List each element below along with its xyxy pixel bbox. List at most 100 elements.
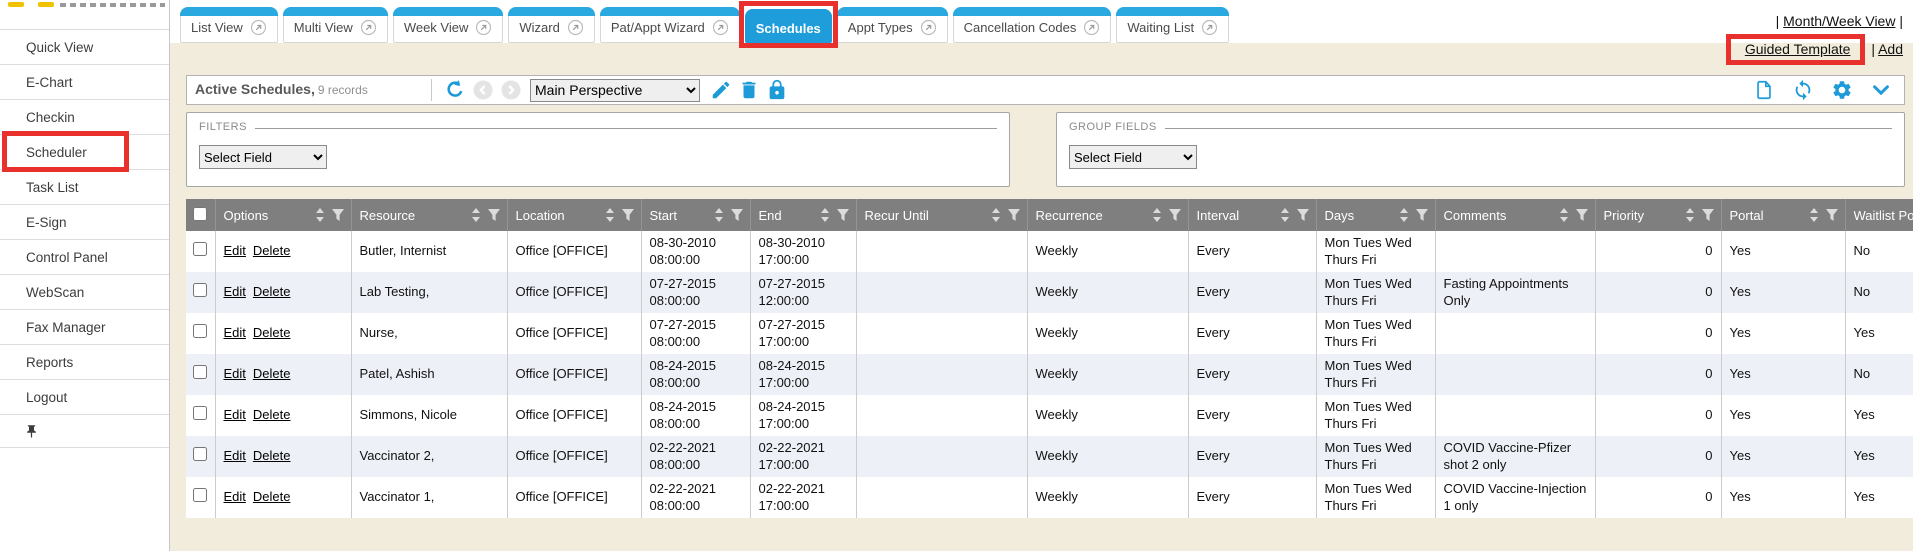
edit-link[interactable]: Edit: [224, 243, 246, 258]
delete-link[interactable]: Delete: [253, 243, 291, 258]
tab-schedules[interactable]: Schedules: [745, 9, 832, 43]
tab-waiting-list[interactable]: Waiting List: [1116, 7, 1229, 43]
annotation-red-box: Guided Template: [1726, 34, 1866, 65]
delete-link[interactable]: Delete: [253, 448, 291, 463]
perspective-select[interactable]: Main Perspective: [530, 79, 700, 102]
sort-icon[interactable]: [714, 208, 724, 222]
delete-link[interactable]: Delete: [253, 366, 291, 381]
filter-funnel-icon[interactable]: [1701, 208, 1715, 222]
tab-label: Cancellation Codes: [964, 20, 1077, 35]
sort-icon[interactable]: [1152, 208, 1162, 222]
sidebar-item-e-chart[interactable]: E-Chart: [0, 65, 169, 100]
sort-icon[interactable]: [991, 208, 1001, 222]
gear-icon[interactable]: [1831, 79, 1853, 101]
refresh-icon[interactable]: [1792, 79, 1814, 101]
sidebar-item-quick-view[interactable]: Quick View: [0, 30, 169, 65]
filter-funnel-icon[interactable]: [1575, 208, 1589, 222]
new-document-icon[interactable]: [1753, 79, 1775, 101]
delete-link[interactable]: Delete: [253, 407, 291, 422]
sort-icon[interactable]: [1809, 208, 1819, 222]
tab-list-view[interactable]: List View: [180, 7, 278, 43]
row-checkbox[interactable]: [193, 242, 207, 256]
delete-link[interactable]: Delete: [253, 325, 291, 340]
filters-field-select[interactable]: Select Field: [199, 145, 327, 169]
tab-multi-view[interactable]: Multi View: [283, 7, 388, 43]
sidebar-item-scheduler[interactable]: Scheduler: [0, 135, 169, 170]
column-header-controls: [1559, 208, 1591, 222]
select-all-checkbox[interactable]: [193, 207, 207, 221]
next-circle-icon[interactable]: [500, 79, 522, 101]
row-checkbox[interactable]: [193, 324, 207, 338]
sidebar-item-e-sign[interactable]: E-Sign: [0, 205, 169, 240]
edit-link[interactable]: Edit: [224, 366, 246, 381]
cell-portal: Yes: [1721, 477, 1845, 518]
guided-template-link[interactable]: Guided Template: [1745, 41, 1851, 57]
filter-funnel-icon[interactable]: [1168, 208, 1182, 222]
open-in-new-circle-icon: [1201, 19, 1218, 36]
filter-funnel-icon[interactable]: [1825, 208, 1839, 222]
row-checkbox[interactable]: [193, 406, 207, 420]
tab-top-cap: [600, 7, 740, 16]
lock-icon[interactable]: [766, 79, 788, 101]
cell-recur-until: [856, 395, 1027, 436]
sidebar-item-fax-manager[interactable]: Fax Manager: [0, 310, 169, 345]
cell-options: Edit Delete: [215, 395, 351, 436]
cell-resource: Simmons, Nicole: [351, 395, 507, 436]
edit-link[interactable]: Edit: [224, 284, 246, 299]
sidebar-pin-button[interactable]: [0, 415, 169, 448]
main-area: List ViewMulti ViewWeek ViewWizardPat/Ap…: [170, 0, 1913, 551]
prev-circle-icon[interactable]: [472, 79, 494, 101]
sort-icon[interactable]: [1559, 208, 1569, 222]
trash-icon[interactable]: [738, 79, 760, 101]
filter-funnel-icon[interactable]: [1296, 208, 1310, 222]
row-checkbox[interactable]: [193, 447, 207, 461]
filter-funnel-icon[interactable]: [836, 208, 850, 222]
month-week-view-link[interactable]: Month/Week View: [1783, 13, 1895, 29]
sidebar-item-webscan[interactable]: WebScan: [0, 275, 169, 310]
cell-checkbox: [186, 395, 215, 436]
edit-link[interactable]: Edit: [224, 407, 246, 422]
edit-link[interactable]: Edit: [224, 325, 246, 340]
group-fields-select[interactable]: Select Field: [1069, 145, 1197, 169]
row-checkbox[interactable]: [193, 488, 207, 502]
row-checkbox[interactable]: [193, 365, 207, 379]
add-link[interactable]: Add: [1878, 41, 1903, 57]
edit-link[interactable]: Edit: [224, 448, 246, 463]
sort-icon[interactable]: [1685, 208, 1695, 222]
filter-funnel-icon[interactable]: [331, 208, 345, 222]
cell-days: Mon Tues Wed Thurs Fri: [1316, 395, 1435, 436]
sidebar-item-checkin[interactable]: Checkin: [0, 100, 169, 135]
filter-funnel-icon[interactable]: [1415, 208, 1429, 222]
pencil-icon[interactable]: [710, 79, 732, 101]
sort-icon[interactable]: [1280, 208, 1290, 222]
filter-funnel-icon[interactable]: [621, 208, 635, 222]
column-label: Days: [1325, 208, 1399, 223]
sidebar-item-task-list[interactable]: Task List: [0, 170, 169, 205]
sidebar-item-control-panel[interactable]: Control Panel: [0, 240, 169, 275]
filter-funnel-icon[interactable]: [730, 208, 744, 222]
sidebar-item-logout[interactable]: Logout: [0, 380, 169, 415]
chevron-down-icon[interactable]: [1870, 79, 1892, 101]
tab-body: Week View: [394, 16, 503, 42]
cell-recurrence: Weekly: [1027, 477, 1188, 518]
tab-week-view[interactable]: Week View: [393, 7, 504, 43]
tab-wizard[interactable]: Wizard: [508, 7, 594, 43]
cell-recurrence: Weekly: [1027, 231, 1188, 272]
delete-link[interactable]: Delete: [253, 284, 291, 299]
sort-icon[interactable]: [820, 208, 830, 222]
sort-icon[interactable]: [1399, 208, 1409, 222]
tab-cancellation-codes[interactable]: Cancellation Codes: [953, 7, 1112, 43]
delete-link[interactable]: Delete: [253, 489, 291, 504]
sort-icon[interactable]: [315, 208, 325, 222]
tab-pat-appt-wizard[interactable]: Pat/Appt Wizard: [600, 7, 740, 43]
sort-icon[interactable]: [605, 208, 615, 222]
filter-funnel-icon[interactable]: [487, 208, 501, 222]
edit-link[interactable]: Edit: [224, 489, 246, 504]
sort-icon[interactable]: [471, 208, 481, 222]
sidebar-item-reports[interactable]: Reports: [0, 345, 169, 380]
row-checkbox[interactable]: [193, 283, 207, 297]
undo-icon[interactable]: [444, 79, 466, 101]
tab-appt-types[interactable]: Appt Types: [837, 7, 948, 43]
filter-funnel-icon[interactable]: [1007, 208, 1021, 222]
cell-interval: Every: [1188, 313, 1316, 354]
